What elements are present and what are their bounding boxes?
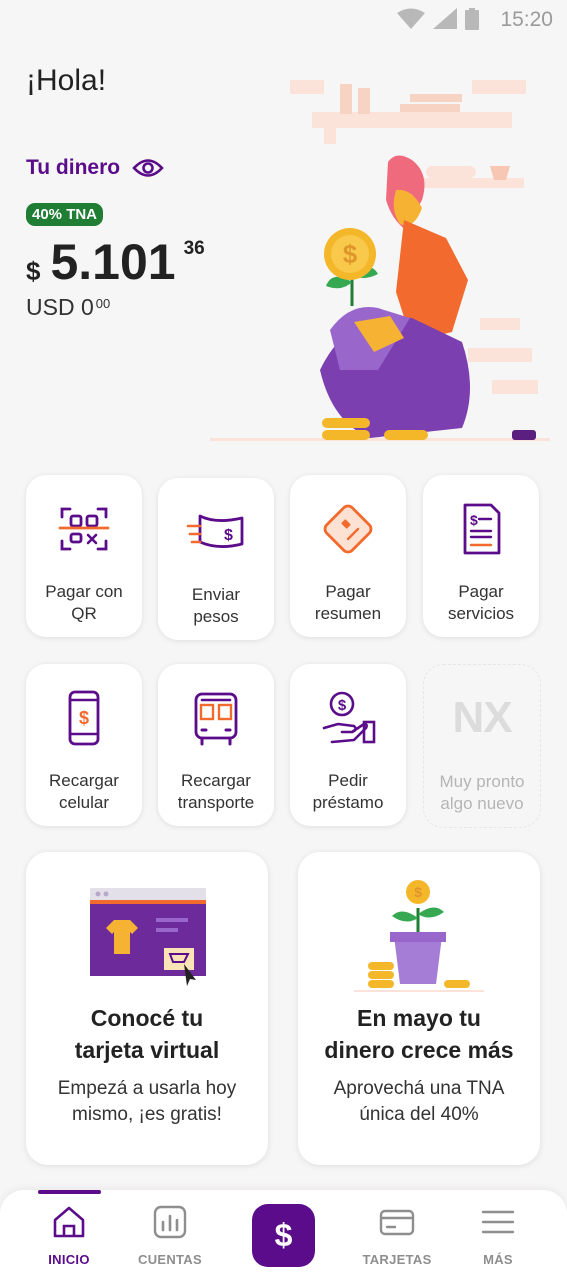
request-loan-button[interactable]: $ Pedir préstamo: [290, 664, 406, 826]
coming-soon-label: Muy pronto algo nuevo: [439, 772, 525, 813]
home-icon: [53, 1206, 85, 1238]
recharge-transport-label: Recargar transporte: [177, 771, 255, 812]
send-money-label: Enviar pesos: [191, 585, 241, 626]
menu-icon: [481, 1210, 515, 1234]
interest-subtitle: Aprovechá una TNA única del 40%: [333, 1078, 505, 1125]
pay-qr-label: Pagar con QR: [45, 582, 123, 623]
status-time: 15:20: [500, 8, 553, 31]
recharge-phone-button[interactable]: $ Recargar celular: [26, 664, 142, 826]
bottom-nav: INICIO CUENTAS $ TARJETAS MÁS: [0, 1190, 567, 1280]
virtual-card-subtitle: Empezá a usarla hoy mismo, ¡es gratis!: [57, 1078, 237, 1125]
request-loan-label: Pedir préstamo: [312, 771, 384, 812]
balance-integer: 5.101: [50, 234, 176, 290]
nav-tarjetas[interactable]: TARJETAS: [347, 1204, 447, 1267]
tna-badge: 40% TNA: [26, 203, 104, 226]
qr-code-icon: [58, 507, 110, 551]
nav-inicio[interactable]: INICIO: [19, 1204, 119, 1267]
signal-icon: [433, 8, 457, 29]
pay-statement-label: Pagar resumen: [314, 582, 382, 623]
nav-cuentas-label: CUENTAS: [138, 1252, 202, 1267]
pay-services-label: Pagar servicios: [447, 582, 515, 623]
virtual-card-illustration: [90, 888, 206, 986]
virtual-card-promo[interactable]: Conocé tu tarjeta virtual Empezá a usarla…: [26, 852, 268, 1165]
usd-decimals: 00: [95, 296, 111, 311]
nav-inicio-label: INICIO: [48, 1252, 90, 1267]
svg-text:$: $: [224, 527, 233, 544]
pay-statement-button[interactable]: Pagar resumen: [290, 475, 406, 637]
bus-icon: [194, 692, 238, 746]
hero-illustration: $: [210, 80, 550, 441]
status-icons: [397, 8, 479, 30]
active-tab-indicator: [38, 1190, 101, 1194]
loan-hand-icon: $: [322, 691, 376, 744]
pay-services-button[interactable]: $ Pagar servicios: [423, 475, 539, 637]
card-icon: [379, 1209, 415, 1236]
interest-promo[interactable]: $ En mayo tu dinero crece más Aprovechá u…: [298, 852, 540, 1165]
nav-mas[interactable]: MÁS: [448, 1204, 548, 1267]
pay-qr-button[interactable]: Pagar con QR: [26, 475, 142, 637]
document-icon: $: [463, 503, 501, 555]
balance-currency: $: [26, 256, 41, 286]
eye-icon[interactable]: [132, 157, 164, 179]
nx-logo: NX: [452, 693, 512, 742]
center-money-button[interactable]: $: [252, 1204, 315, 1267]
interest-title: En mayo tu dinero crece más: [324, 1005, 514, 1063]
usd-balance: USD 0 00: [26, 294, 110, 321]
money-label: Tu dinero: [26, 156, 121, 179]
svg-text:$: $: [414, 884, 422, 900]
svg-text:$: $: [470, 512, 478, 528]
nav-cuentas[interactable]: CUENTAS: [120, 1204, 220, 1267]
send-money-button[interactable]: $ Enviar pesos: [158, 478, 274, 640]
money-label-row: Tu dinero: [26, 156, 164, 180]
usd-amount: USD 0: [26, 294, 94, 320]
svg-text:$: $: [338, 697, 347, 714]
coming-soon-tile: NX Muy pronto algo nuevo: [423, 664, 541, 828]
balance: $ 5.101 36: [26, 232, 205, 292]
status-bar: 15:20: [0, 0, 567, 38]
recharge-phone-label: Recargar celular: [49, 771, 119, 812]
svg-text:$: $: [79, 708, 89, 728]
recharge-transport-button[interactable]: Recargar transporte: [158, 664, 274, 826]
greeting: ¡Hola!: [26, 64, 107, 97]
chart-icon: [153, 1205, 187, 1239]
card-icon: [323, 504, 373, 554]
wifi-icon: [397, 8, 425, 29]
phone-icon: $: [68, 690, 100, 746]
money-plant-illustration: $: [354, 880, 484, 992]
svg-text:$: $: [343, 239, 358, 269]
nav-tarjetas-label: TARJETAS: [362, 1252, 432, 1267]
battery-icon: [465, 8, 479, 30]
virtual-card-title: Conocé tu tarjeta virtual: [74, 1005, 220, 1063]
money-bill-icon: $: [186, 514, 244, 548]
nav-mas-label: MÁS: [483, 1252, 513, 1267]
